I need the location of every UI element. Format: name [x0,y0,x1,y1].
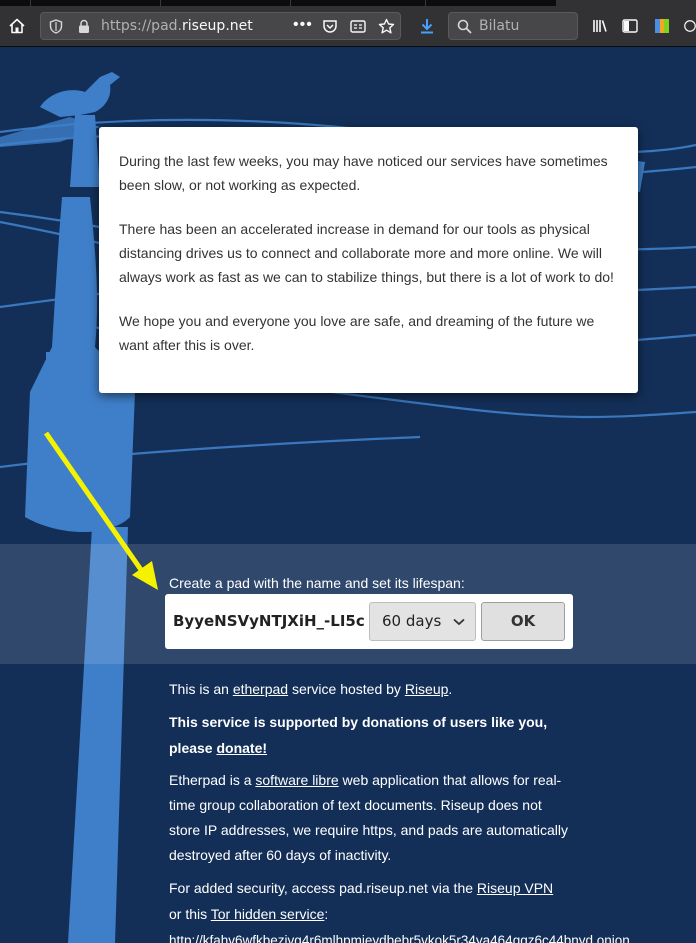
create-pad-form: ByyeNSVyNTJXiH_-LI5c 60 days OK [165,594,573,649]
create-pad-section: Create a pad with the name and set its l… [0,544,696,664]
home-icon[interactable] [4,6,30,46]
onion-address-link[interactable]: http://kfahv6wfkbezivg4r6mlhpmieydbebr5v… [169,928,696,943]
info-security: For added security, access pad.riseup.ne… [169,880,554,922]
downloads-icon[interactable] [416,6,438,46]
search-icon [457,19,472,39]
lock-icon[interactable] [78,19,90,39]
chevron-down-icon [453,618,465,626]
lifespan-select[interactable]: 60 days [369,602,476,641]
tor-hidden-service-link[interactable]: Tor hidden service [211,906,325,922]
create-pad-label: Create a pad with the name and set its l… [169,575,465,591]
url-text[interactable]: https://pad.riseup.net [101,13,253,39]
onion-link[interactable]: http://kfahv6wfkbezivg4r6mlhpmieydbebr5v… [169,933,634,943]
riseup-vpn-link[interactable]: Riseup VPN [477,880,553,896]
browser-toolbar: https://pad.riseup.net ••• Bilatu [0,6,696,47]
library-icon[interactable] [590,6,610,46]
sidebar-toggle-icon[interactable] [620,6,640,46]
overflow-icon[interactable] [684,6,696,46]
bookmark-star-icon[interactable] [378,18,395,40]
url-bar[interactable]: https://pad.riseup.net ••• [40,12,401,40]
service-notice-card: During the last few weeks, you may have … [99,127,638,393]
info-line-1: This is an etherpad service hosted by Ri… [169,681,453,697]
notice-paragraph-1: During the last few weeks, you may have … [119,153,608,193]
info-etherpad-description: Etherpad is a software libre web applica… [169,772,568,863]
info-donation: This service is supported by donations o… [169,714,548,756]
reader-view-icon[interactable] [350,19,366,39]
donate-link[interactable]: donate! [216,740,267,756]
riseup-link[interactable]: Riseup [405,681,449,697]
extension-icon[interactable] [652,6,672,46]
tracking-shield-icon[interactable] [49,19,63,39]
pad-name-input[interactable]: ByyeNSVyNTJXiH_-LI5c [173,594,365,649]
etherpad-link[interactable]: etherpad [233,681,288,697]
ok-button[interactable]: OK [481,602,565,641]
page-content: During the last few weeks, you may have … [0,47,696,943]
software-libre-link[interactable]: software libre [255,772,338,788]
lifespan-value: 60 days [382,612,442,630]
search-bar[interactable]: Bilatu [448,12,578,40]
notice-paragraph-3: We hope you and everyone you love are sa… [119,313,595,353]
page-actions-icon[interactable]: ••• [293,13,313,37]
search-placeholder: Bilatu [479,18,520,34]
pocket-icon[interactable] [322,19,338,39]
notice-paragraph-2: There has been an accelerated increase i… [119,221,614,285]
